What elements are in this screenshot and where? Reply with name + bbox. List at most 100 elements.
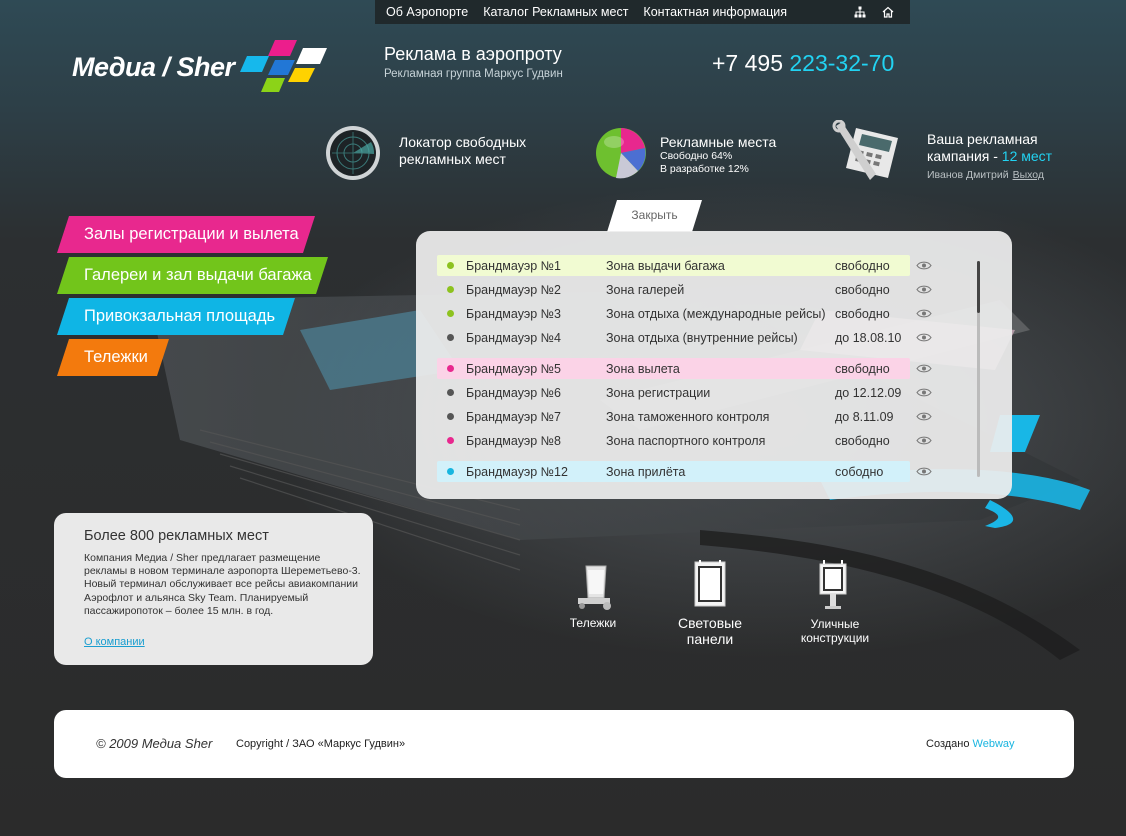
- campaign-title-line1: Ваша рекламная: [927, 131, 1038, 147]
- calculator-tools-icon[interactable]: [832, 120, 908, 184]
- row-zone: Зона регистрации: [606, 385, 711, 400]
- eye-icon[interactable]: [916, 387, 932, 398]
- campaign-title[interactable]: Ваша рекламная кампания - 12 мест: [927, 131, 1052, 165]
- table-row[interactable]: Брандмауэр №2 Зона галерей свободно: [437, 279, 932, 300]
- row-zone: Зона вылета: [606, 361, 680, 376]
- logo[interactable]: Медиа / Sher: [70, 38, 330, 96]
- places-title[interactable]: Рекламные места: [660, 134, 776, 151]
- nav-link-catalog[interactable]: Каталог Рекламных мест: [483, 5, 628, 19]
- row-status: свободно: [835, 306, 890, 321]
- footer-copyright: © 2009 Медиа Sher: [96, 736, 213, 751]
- row-zone: Зона выдачи багажа: [606, 258, 725, 273]
- row-name: Брандмауэр №2: [466, 282, 561, 297]
- campaign-label: кампания -: [927, 148, 1002, 164]
- eye-icon[interactable]: [916, 435, 932, 446]
- close-button[interactable]: Закрыть: [607, 200, 702, 232]
- footer-created-label: Создано: [926, 738, 973, 750]
- row-name: Брандмауэр №6: [466, 385, 561, 400]
- row-status: свободно: [835, 433, 890, 448]
- sitemap-icon[interactable]: [854, 6, 866, 18]
- logout-link[interactable]: Выход: [1013, 169, 1044, 181]
- pie-chart-icon[interactable]: [594, 126, 650, 180]
- table-row[interactable]: Брандмауэр №7 Зона таможенного контроля до…: [437, 406, 932, 427]
- campaign-count[interactable]: 12 мест: [1002, 148, 1052, 164]
- user-name: Иванов Дмитрий: [927, 169, 1009, 181]
- status-dot: [447, 365, 454, 372]
- table-row[interactable]: Брандмауэр №4 Зона отдыха (внутренние рей…: [437, 327, 932, 348]
- table-row[interactable]: Брандмауэр №6 Зона регистрации до 12.12.09: [437, 382, 932, 403]
- row-status: до 18.08.10: [835, 330, 902, 345]
- row-name: Брандмауэр №3: [466, 306, 561, 321]
- footer-company: Copyright / ЗАО «Маркус Гудвин»: [236, 738, 406, 750]
- table-row[interactable]: Брандмауэр №5 Зона вылета свободно: [437, 358, 932, 379]
- about-box: Более 800 рекламных мест Компания Медиа …: [54, 513, 373, 665]
- status-dot: [447, 468, 454, 475]
- locator-title-line2: рекламных мест: [399, 151, 506, 167]
- locator-title-line1: Локатор свободных: [399, 134, 527, 150]
- header-subtitle: Рекламная группа Маркус Гудвин: [384, 68, 563, 80]
- category-trolleys[interactable]: Тележки: [57, 339, 169, 376]
- table-row[interactable]: Брандмауэр №1 Зона выдачи багажа свободно: [437, 255, 932, 276]
- row-name: Брандмауэр №7: [466, 409, 561, 424]
- category-station-square[interactable]: Привокзальная площадь: [57, 298, 295, 335]
- category-galleries-baggage[interactable]: Галереи и зал выдачи багажа: [57, 257, 328, 294]
- ad-places-list: Брандмауэр №1 Зона выдачи багажа свободно Б…: [416, 231, 1012, 499]
- row-name: Брандмауэр №12: [466, 464, 568, 479]
- table-row[interactable]: Брандмауэр №8 Зона паспортного контроля св…: [437, 430, 932, 451]
- phone-number[interactable]: +7 495 223-32-70: [712, 50, 894, 77]
- about-title: Более 800 рекламных мест: [84, 528, 269, 544]
- product-label-trolleys[interactable]: Тележки: [560, 616, 626, 630]
- row-status: до 8.11.09: [835, 409, 894, 424]
- eye-icon[interactable]: [916, 260, 932, 271]
- eye-icon[interactable]: [916, 308, 932, 319]
- row-zone: Зона паспортного контроля: [606, 433, 766, 448]
- table-row[interactable]: Брандмауэр №12 Зона прилёта сободно: [437, 461, 932, 482]
- nav-link-contacts[interactable]: Контактная информация: [643, 5, 787, 19]
- row-name: Брандмауэр №4: [466, 330, 561, 345]
- eye-icon[interactable]: [916, 332, 932, 343]
- category-departure-halls[interactable]: Залы регистрации и вылета: [57, 216, 315, 253]
- row-status: свободно: [835, 361, 890, 376]
- eye-icon[interactable]: [916, 411, 932, 422]
- logo-squares-icon: [240, 40, 327, 92]
- campaign-title-line2: кампания - 12 мест: [927, 148, 1052, 165]
- places-dev: В разработке 12%: [660, 163, 749, 175]
- row-status: до 12.12.09: [835, 385, 902, 400]
- table-row[interactable]: Брандмауэр №3 Зона отдыха (международные …: [437, 303, 932, 324]
- billboard-icon[interactable]: [816, 558, 850, 612]
- footer: © 2009 Медиа Sher Copyright / ЗАО «Марку…: [54, 710, 1074, 778]
- nav-icons: [854, 6, 894, 18]
- scrollbar-thumb[interactable]: [977, 261, 980, 313]
- light-panel-icon[interactable]: [690, 558, 730, 610]
- status-dot: [447, 437, 454, 444]
- header-title: Реклама в аэропроту: [384, 44, 562, 64]
- status-dot: [447, 262, 454, 269]
- nav-link-about-airport[interactable]: Об Аэропорте: [386, 5, 468, 19]
- status-dot: [447, 413, 454, 420]
- about-company-link[interactable]: О компании: [84, 636, 145, 648]
- places-free: Свободно 64%: [660, 150, 733, 162]
- home-icon[interactable]: [882, 6, 894, 18]
- row-status: сободно: [835, 464, 884, 479]
- row-zone: Зона таможенного контроля: [606, 409, 770, 424]
- status-dot: [447, 286, 454, 293]
- footer-webway-link[interactable]: Webway: [973, 738, 1015, 750]
- top-navigation: Об Аэропорте Каталог Рекламных мест Конт…: [375, 0, 910, 24]
- phone-prefix: +7 495: [712, 50, 790, 76]
- user-line: Иванов Дмитрий Выход: [927, 169, 1044, 181]
- eye-icon[interactable]: [916, 363, 932, 374]
- row-status: свободно: [835, 258, 890, 273]
- eye-icon[interactable]: [916, 284, 932, 295]
- product-label-light-panels[interactable]: Световые панели: [665, 615, 755, 647]
- status-dot: [447, 310, 454, 317]
- row-zone: Зона прилёта: [606, 464, 686, 479]
- trolley-icon[interactable]: [574, 562, 614, 612]
- radar-icon[interactable]: [323, 124, 383, 182]
- phone-digits: 223-32-70: [789, 50, 895, 76]
- locator-title[interactable]: Локатор свободных рекламных мест: [399, 134, 526, 168]
- product-label-street-constructions[interactable]: Уличные конструкции: [790, 617, 880, 645]
- row-name: Брандмауэр №8: [466, 433, 561, 448]
- about-text: Компания Медиа / Sher предлагает размеще…: [84, 552, 361, 617]
- eye-icon[interactable]: [916, 466, 932, 477]
- row-zone: Зона галерей: [606, 282, 685, 297]
